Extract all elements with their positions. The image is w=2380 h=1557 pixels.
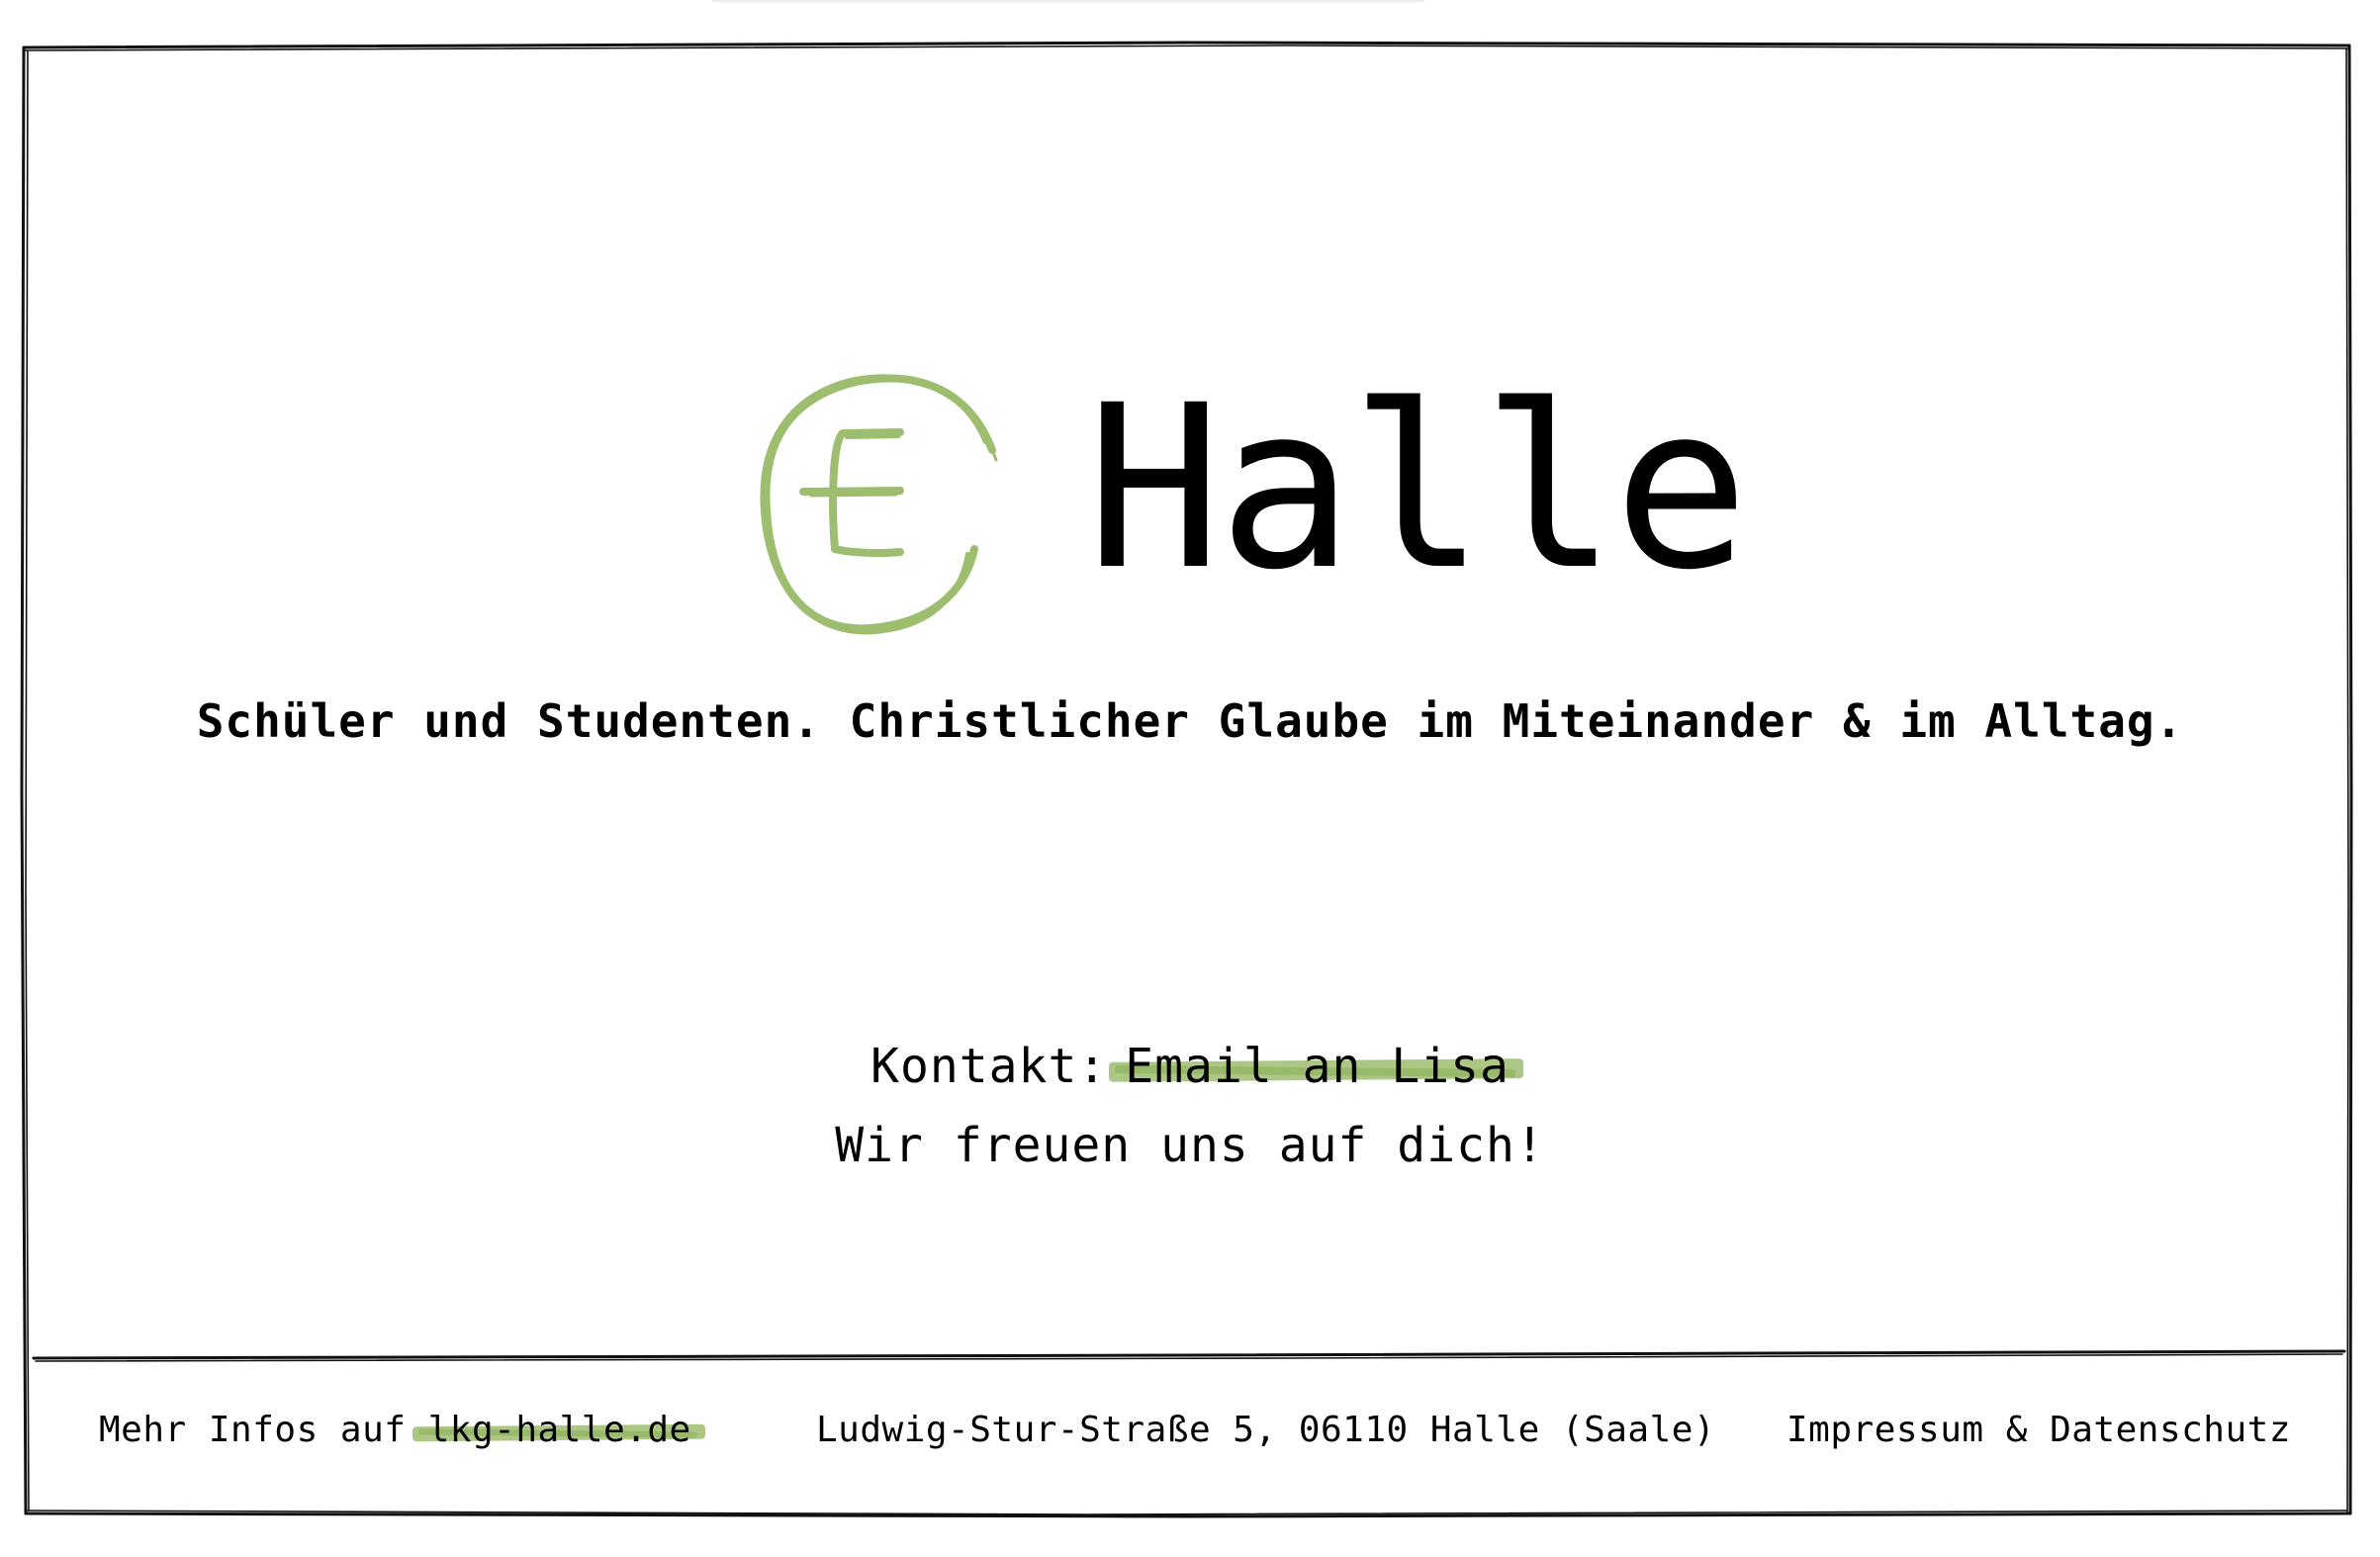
footer-info: Mehr Infos auf lkg-halle.de — [99, 1410, 691, 1450]
contact-label: Kontakt: — [870, 1039, 1108, 1094]
hero: Halle — [0, 351, 2380, 648]
footer-info-prefix: Mehr Infos auf — [99, 1410, 407, 1450]
email-lisa-link-text[interactable]: Email an Lisa — [1125, 1039, 1510, 1094]
contact-line: Kontakt: Email an Lisa — [0, 1039, 2380, 1094]
lkg-halle-link[interactable]: lkg-halle.de — [428, 1410, 691, 1450]
tagline: Schüler und Studenten. Christlicher Glau… — [196, 694, 2184, 748]
top-edge-shadow — [712, 0, 1424, 4]
page-title: Halle — [1086, 356, 1749, 619]
email-lisa-link[interactable]: Email an Lisa — [1125, 1039, 1510, 1094]
impressum-link-text[interactable]: Impressum & Datenschutz — [1786, 1410, 2291, 1450]
lkg-halle-link-text[interactable]: lkg-halle.de — [428, 1410, 691, 1450]
impressum-link[interactable]: Impressum & Datenschutz — [1786, 1410, 2291, 1450]
ec-logo-graphic — [760, 374, 998, 635]
footer: Mehr Infos auf lkg-halle.de Ludwig-Stur-… — [30, 1365, 2350, 1523]
ec-logo-icon — [752, 351, 999, 638]
sketch-frame — [20, 41, 2353, 1518]
greeting: Wir freuen uns auf dich! — [835, 1118, 1545, 1173]
footer-address: Ludwig-Stur-Straße 5, 06110 Halle (Saale… — [816, 1410, 1716, 1450]
